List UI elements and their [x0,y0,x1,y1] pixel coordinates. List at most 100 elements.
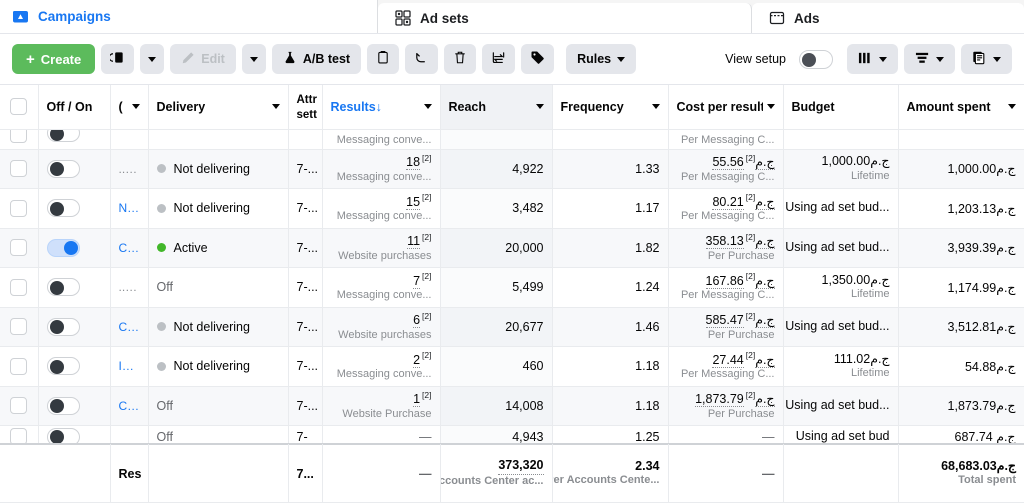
delete-button[interactable] [444,44,477,74]
row-name-cell[interactable]: ...ل... [110,267,149,308]
row-checkbox[interactable] [10,278,28,296]
row-name-cell[interactable]: Chi... [110,307,149,347]
row-checkbox[interactable] [10,160,28,178]
table-row[interactable]: Ne...Not delivering7-...15[2]Messaging c… [0,188,1024,229]
breakdown-button[interactable] [904,44,955,74]
campaign-name-link[interactable]: Ins... [119,359,140,373]
tab-campaigns[interactable]: Campaigns [0,0,378,33]
row-select-cell[interactable] [0,267,39,308]
duplicate-dropdown-button[interactable] [140,44,165,74]
status-toggle[interactable] [46,278,80,297]
rules-button[interactable]: Rules [566,44,637,74]
table-row[interactable]: Messaging conve... Per Messaging C... [0,129,1024,150]
summary-results-cell: — [322,444,441,503]
col-amount-spent[interactable]: Amount spent [898,85,1024,130]
chevron-down-icon[interactable] [535,104,544,110]
duplicate-button[interactable] [101,44,135,74]
row-select-cell[interactable] [0,149,39,189]
status-toggle[interactable] [46,159,80,178]
col-select[interactable] [0,85,39,130]
transfer-button[interactable] [482,44,516,74]
edit-button[interactable]: Edit [170,44,236,74]
row-cpr-cell: 585.47ج.م[2] Per Purchase [668,307,784,347]
row-name-cell[interactable]: Ne... [110,188,149,229]
chevron-down-icon[interactable] [651,104,660,110]
row-select-cell[interactable] [0,129,39,150]
chevron-down-icon[interactable] [131,104,140,110]
row-name-cell[interactable]: .... ... [110,149,149,189]
table-row[interactable]: Chi...Off7-...1[2]Website Purchase14,008… [0,386,1024,426]
chevron-down-icon[interactable] [766,104,775,110]
status-toggle[interactable] [46,238,80,257]
col-cost-per-result[interactable]: Cost per result [668,85,784,130]
view-setup-label: View setup [725,52,786,66]
row-toggle-cell[interactable] [38,228,111,268]
row-toggle-cell[interactable] [38,149,111,189]
campaigns-table-container[interactable]: Off / On ( Delivery Attr sett Results↓ R… [0,85,1024,503]
row-select-cell[interactable] [0,346,39,387]
view-setup-toggle[interactable] [799,49,833,69]
row-checkbox[interactable] [10,239,28,257]
chevron-down-icon[interactable] [271,104,280,110]
row-toggle-cell[interactable] [38,346,111,387]
status-toggle[interactable] [46,357,80,376]
row-toggle-cell[interactable] [38,386,111,426]
row-select-cell[interactable] [0,386,39,426]
row-toggle-cell[interactable] [38,307,111,347]
row-toggle-cell[interactable] [38,188,111,229]
tab-ads-label: Ads [794,10,820,26]
tab-ads[interactable]: Ads [752,3,1024,33]
edit-dropdown-button[interactable] [241,44,266,74]
status-toggle[interactable] [46,396,80,415]
row-checkbox[interactable] [10,129,28,143]
chevron-down-icon[interactable] [423,104,432,110]
table-row[interactable]: ...ل...Off7-...7[2]Messaging conve...5,4… [0,267,1024,308]
status-toggle[interactable] [46,199,80,218]
table-row[interactable]: Ins...Not delivering7-...2[2]Messaging c… [0,346,1024,387]
undo-button[interactable] [405,44,439,74]
row-select-cell[interactable] [0,188,39,229]
row-select-cell[interactable] [0,228,39,268]
row-name-cell[interactable]: CB... [110,228,149,268]
cpr-value: 27.44ج.م[2] [712,350,775,368]
col-reach[interactable]: Reach [440,85,553,130]
row-toggle-cell[interactable] [38,267,111,308]
row-name-cell[interactable]: Ins... [110,346,149,387]
ab-test-button[interactable]: A/B test [271,44,362,74]
table-row[interactable]: CB...Active7-...11[2]Website purchases20… [0,228,1024,268]
campaign-name-link[interactable]: ...ل... [119,280,140,294]
budget-sublabel: Lifetime [850,288,890,301]
row-select-cell[interactable] [0,307,39,347]
campaign-name-link[interactable]: CB... [119,241,140,255]
table-row[interactable]: Chi...Not delivering7-...6[2]Website pur… [0,307,1024,347]
status-toggle[interactable] [46,317,80,336]
adsets-grid-icon [394,10,411,27]
select-all-checkbox[interactable] [10,98,28,116]
chevron-down-icon[interactable] [1007,104,1016,110]
status-toggle[interactable] [46,129,80,142]
clipboard-button[interactable] [367,44,400,74]
col-name[interactable]: ( [110,85,149,130]
tag-button[interactable] [521,44,555,74]
tab-adsets[interactable]: Ad sets [378,3,752,33]
columns-button[interactable] [847,44,898,74]
col-frequency[interactable]: Frequency [552,85,669,130]
row-toggle-cell[interactable] [38,129,111,150]
campaign-name-link[interactable]: Chi... [119,399,140,413]
campaign-name-link[interactable]: Ne... [119,201,140,215]
campaign-name-link[interactable]: Chi... [119,320,140,334]
table-row[interactable]: .... ...Not delivering7-...18[2]Messagin… [0,149,1024,189]
row-name-cell[interactable]: Chi... [110,386,149,426]
row-checkbox[interactable] [10,357,28,375]
col-results[interactable]: Results↓ [322,85,441,130]
campaign-name-link[interactable]: .... ... [119,162,140,176]
row-checkbox[interactable] [10,318,28,336]
col-delivery[interactable]: Delivery [148,85,289,130]
row-checkbox[interactable] [10,397,28,415]
row-name-cell[interactable] [110,129,149,150]
reports-button[interactable] [961,44,1012,74]
summary-spent-sublabel: Total spent [958,474,1016,487]
row-checkbox[interactable] [10,199,28,217]
results-sublabel: Messaging conve... [336,170,432,183]
create-button[interactable]: + Create [12,44,96,74]
